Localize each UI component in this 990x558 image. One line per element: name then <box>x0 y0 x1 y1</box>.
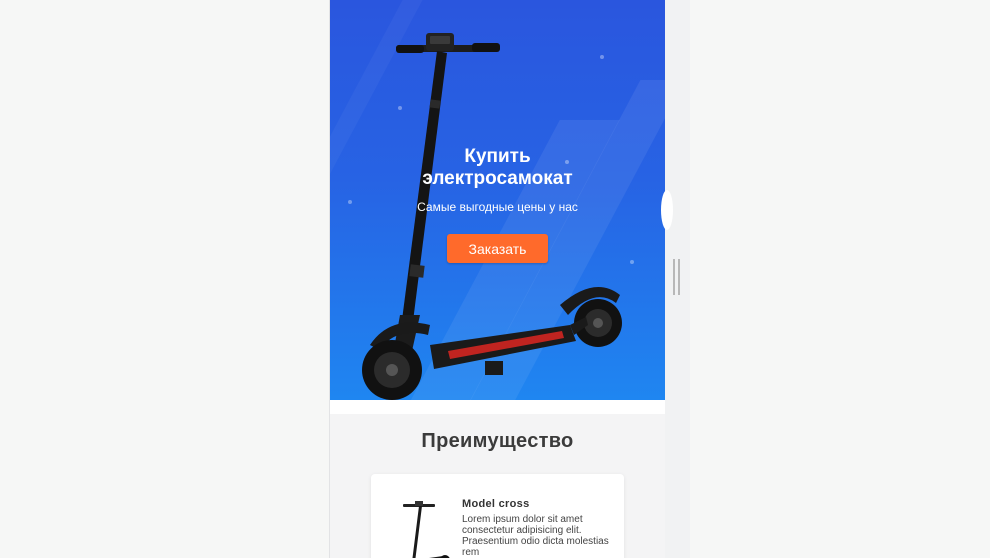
side-panel-edge <box>661 190 673 230</box>
product-card-title: Model cross <box>462 498 530 510</box>
mobile-viewport[interactable]: Купить электросамокат Самые выгодные цен… <box>330 0 665 558</box>
hero-bottom-band <box>330 400 665 414</box>
scooter-thumbnail <box>403 501 450 558</box>
hero-section: Купить электросамокат Самые выгодные цен… <box>330 0 665 400</box>
mobile-preview-frame: Купить электросамокат Самые выгодные цен… <box>329 0 690 558</box>
resize-handle-icon[interactable] <box>673 259 682 295</box>
hero-title: Купить электросамокат <box>422 146 573 189</box>
page-background-right <box>690 0 990 558</box>
hero-subtitle: Самые выгодные цены у нас <box>417 200 578 214</box>
product-card[interactable]: Model cross Lorem ipsum dolor sit amet c… <box>371 474 624 558</box>
order-button[interactable]: Заказать <box>447 234 548 263</box>
advantages-heading: Преимущество <box>421 430 574 452</box>
page-background-left <box>0 0 329 558</box>
product-card-text: Lorem ipsum dolor sit amet consectetur a… <box>462 514 609 558</box>
